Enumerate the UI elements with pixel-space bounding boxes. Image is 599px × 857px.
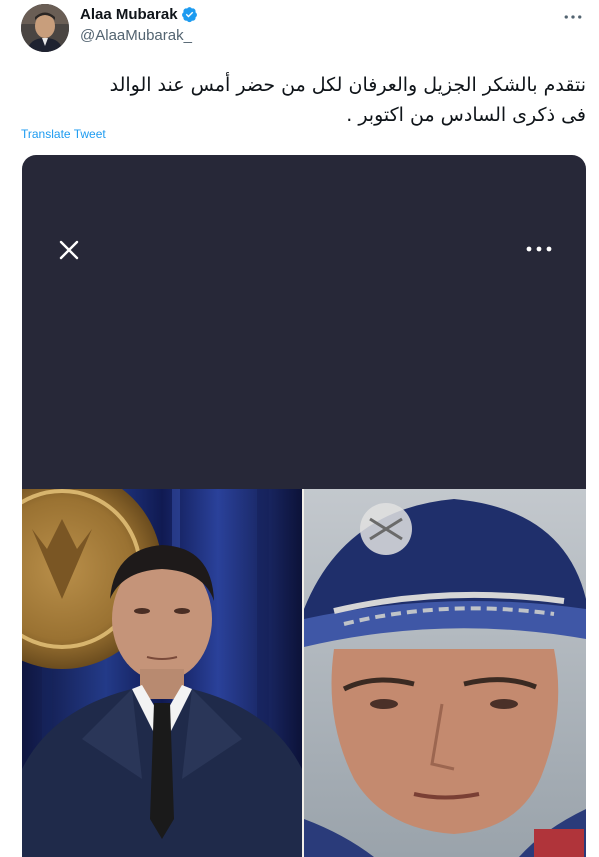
tweet-text-line: فى ذكرى السادس من اكتوبر . [346, 104, 586, 126]
tweet-text-line: نتقدم بالشكر الجزيل والعرفان لكل من حضر … [109, 74, 586, 96]
more-horizontal-icon [564, 15, 582, 19]
tweet: Alaa Mubarak @AlaaMubarak_ نتقدم بالشكر … [0, 0, 599, 857]
more-button[interactable] [561, 8, 585, 26]
close-icon[interactable] [57, 238, 81, 262]
translate-tweet-link[interactable]: Translate Tweet [21, 127, 106, 141]
photo-portrait-uniform [304, 489, 586, 857]
author-handle[interactable]: @AlaaMubarak_ [80, 27, 192, 44]
author-name-row: Alaa Mubarak [80, 6, 198, 23]
avatar[interactable] [21, 4, 69, 52]
photo-collage [22, 489, 586, 857]
verified-badge-icon [181, 6, 198, 23]
photo-portrait-suit [22, 489, 302, 857]
media-viewer[interactable] [22, 155, 586, 857]
tweet-text: نتقدم بالشكر الجزيل والعرفان لكل من حضر … [18, 70, 586, 130]
display-name[interactable]: Alaa Mubarak [80, 6, 178, 23]
profile-photo [21, 4, 69, 52]
more-horizontal-icon[interactable] [525, 240, 553, 258]
